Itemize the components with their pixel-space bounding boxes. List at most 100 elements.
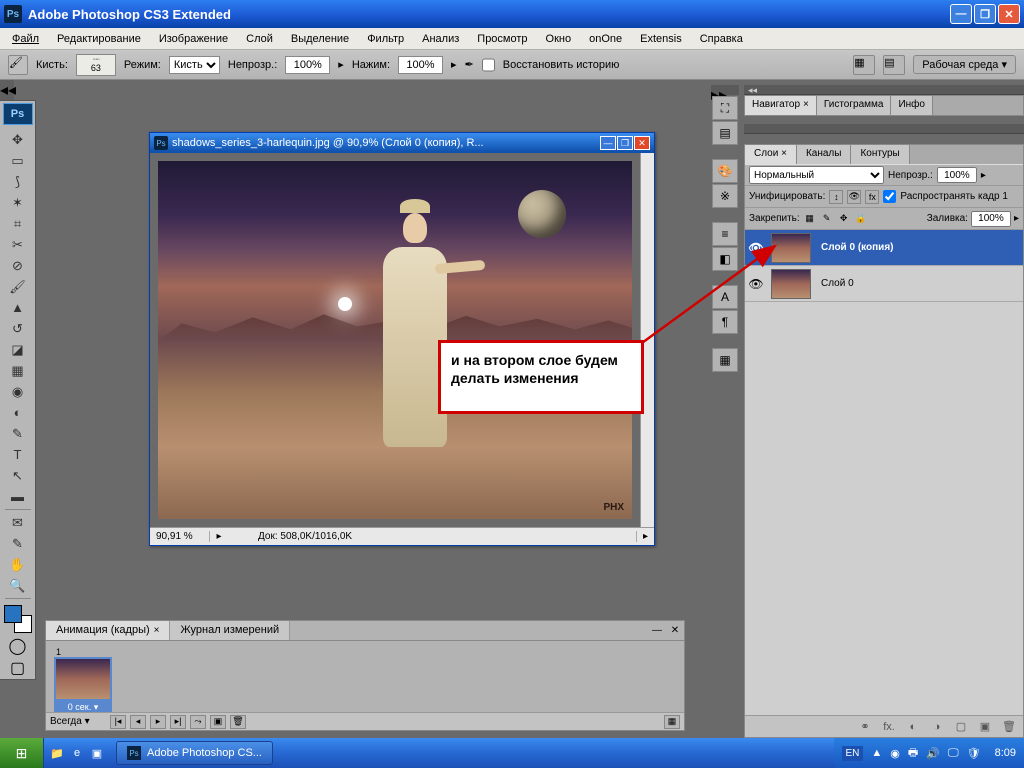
layer-row-selected[interactable]: 👁 Слой 0 (копия) — [745, 230, 1023, 266]
tray-network-icon[interactable]: ◉ — [890, 747, 900, 760]
layer-mask-icon[interactable]: ◐ — [905, 719, 921, 735]
doc-minimize-button[interactable]: — — [600, 136, 616, 150]
tab-measurement-log[interactable]: Журнал измерений — [170, 621, 290, 640]
dodge-tool[interactable]: ◐ — [6, 402, 30, 423]
tab-navigator[interactable]: Навигатор× — [745, 96, 817, 115]
brush-tool[interactable]: 🖌 — [6, 276, 30, 297]
path-tool[interactable]: ↖ — [6, 465, 30, 486]
zoom-level[interactable]: 90,91 % — [150, 531, 210, 542]
dock-channels-icon[interactable]: ◧ — [712, 247, 738, 271]
menu-image[interactable]: Изображение — [151, 31, 236, 47]
panel-minimize-icon[interactable]: — — [648, 621, 666, 639]
minimize-button[interactable]: — — [950, 4, 972, 24]
marquee-tool[interactable]: ▭ — [6, 150, 30, 171]
delete-frame-icon[interactable]: 🗑 — [230, 715, 246, 729]
airbrush-icon[interactable]: ✒ — [465, 58, 474, 71]
ql-ie-icon[interactable]: e — [68, 744, 86, 762]
panels-dock-handle[interactable]: ◂◂ — [744, 85, 1024, 95]
dock-swatches-icon[interactable]: ※ — [712, 184, 738, 208]
close-button[interactable]: ✕ — [998, 4, 1020, 24]
dock-actions-icon[interactable]: ▦ — [712, 348, 738, 372]
opacity-flyout[interactable]: ▸ — [338, 58, 344, 71]
shape-tool[interactable]: ▬ — [6, 486, 30, 507]
crop-tool[interactable]: ⌗ — [6, 213, 30, 234]
lock-transparency-icon[interactable]: ▦ — [803, 212, 817, 226]
dock-color-icon[interactable]: 🎨 — [712, 159, 738, 183]
lock-image-icon[interactable]: ✎ — [820, 212, 834, 226]
current-tool-icon[interactable]: 🖌 — [8, 55, 28, 75]
menu-window[interactable]: Окно — [538, 31, 580, 47]
unify-style-icon[interactable]: fx — [865, 190, 879, 204]
flow-flyout[interactable]: ▸ — [451, 58, 457, 71]
frame-thumbnail[interactable] — [54, 657, 112, 701]
animation-frame[interactable]: 1 0 сек. ▾ — [54, 647, 112, 714]
tray-display-icon[interactable]: 🖵 — [948, 747, 959, 760]
mode-select[interactable]: Кисть — [169, 56, 220, 74]
tray-shield-icon[interactable]: 🛡 — [967, 747, 981, 760]
play-icon[interactable]: ▸ — [150, 715, 166, 729]
adjustment-layer-icon[interactable]: ◑ — [929, 719, 945, 735]
layer-thumbnail[interactable] — [771, 233, 811, 263]
palette-well-icon[interactable]: ▤ — [883, 55, 905, 75]
quickmask-toggle[interactable]: ◯ — [6, 637, 30, 655]
wand-tool[interactable]: ✶ — [6, 192, 30, 213]
tab-paths[interactable]: Контуры — [851, 145, 909, 164]
history-brush-tool[interactable]: ↺ — [6, 318, 30, 339]
tab-channels[interactable]: Каналы — [797, 145, 852, 164]
menu-edit[interactable]: Редактирование — [49, 31, 149, 47]
zoom-tool[interactable]: 🔍 — [6, 575, 30, 596]
lock-all-icon[interactable]: 🔒 — [854, 212, 868, 226]
tab-layers[interactable]: Слои × — [745, 145, 797, 164]
pen-tool[interactable]: ✎ — [6, 423, 30, 444]
layer-row[interactable]: 👁 Слой 0 — [745, 266, 1023, 302]
dock-histogram-icon[interactable]: ▤ — [712, 121, 738, 145]
tween-icon[interactable]: ⤳ — [190, 715, 206, 729]
tray-printer-icon[interactable]: 🖶 — [908, 744, 918, 763]
unify-position-icon[interactable]: ↕ — [829, 190, 843, 204]
move-tool[interactable]: ✥ — [6, 129, 30, 150]
tab-info[interactable]: Инфо — [891, 96, 933, 115]
panel-close-icon[interactable]: ✕ — [666, 621, 684, 639]
menu-extensis[interactable]: Extensis — [632, 31, 690, 47]
new-layer-icon[interactable]: ▣ — [977, 719, 993, 735]
language-indicator[interactable]: EN — [842, 746, 864, 761]
dock-character-icon[interactable]: A — [712, 285, 738, 309]
menu-help[interactable]: Справка — [692, 31, 751, 47]
ql-folder-icon[interactable]: 📁 — [48, 744, 66, 762]
lock-position-icon[interactable]: ✥ — [837, 212, 851, 226]
screenmode-toggle[interactable]: ▢ — [6, 659, 30, 677]
convert-timeline-icon[interactable]: ▦ — [664, 715, 680, 729]
workspace-menu[interactable]: Рабочая среда ▾ — [913, 55, 1016, 74]
layer-thumbnail[interactable] — [771, 269, 811, 299]
propagate-checkbox[interactable] — [883, 190, 896, 203]
layer-opacity-input[interactable] — [937, 167, 977, 183]
eraser-tool[interactable]: ◪ — [6, 339, 30, 360]
blur-tool[interactable]: ◉ — [6, 381, 30, 402]
fill-input[interactable] — [971, 211, 1011, 227]
brush-preset-picker[interactable]: ····· 63 — [76, 54, 116, 76]
document-titlebar[interactable]: Ps shadows_series_3-harlequin.jpg @ 90,9… — [150, 133, 654, 153]
taskbar-app-button[interactable]: Ps Adobe Photoshop CS... — [116, 741, 273, 765]
loop-select[interactable]: Всегда ▾ — [50, 716, 106, 727]
gradient-tool[interactable]: ▦ — [6, 360, 30, 381]
type-tool[interactable]: T — [6, 444, 30, 465]
menu-view[interactable]: Просмотр — [469, 31, 535, 47]
blend-mode-select[interactable]: Нормальный — [749, 166, 884, 184]
link-layers-icon[interactable]: ⚭ — [857, 719, 873, 735]
foreground-color[interactable] — [4, 605, 22, 623]
tray-volume-icon[interactable]: 🔊 — [926, 747, 940, 760]
tab-histogram[interactable]: Гистограмма — [817, 96, 892, 115]
color-swatches[interactable] — [4, 605, 32, 633]
file-browser-icon[interactable]: ▦ — [853, 55, 875, 75]
flow-input[interactable] — [398, 56, 443, 74]
menu-filter[interactable]: Фильтр — [359, 31, 412, 47]
layers-dock-handle[interactable] — [744, 124, 1024, 134]
layer-name[interactable]: Слой 0 — [815, 278, 854, 289]
doc-close-button[interactable]: ✕ — [634, 136, 650, 150]
hand-tool[interactable]: ✋ — [6, 554, 30, 575]
menu-select[interactable]: Выделение — [283, 31, 357, 47]
visibility-toggle[interactable]: 👁 — [745, 241, 767, 255]
delete-layer-icon[interactable]: 🗑 — [1001, 719, 1017, 735]
menu-file[interactable]: Файл — [4, 31, 47, 47]
dock-navigator-icon[interactable]: ⛶ — [712, 96, 738, 120]
